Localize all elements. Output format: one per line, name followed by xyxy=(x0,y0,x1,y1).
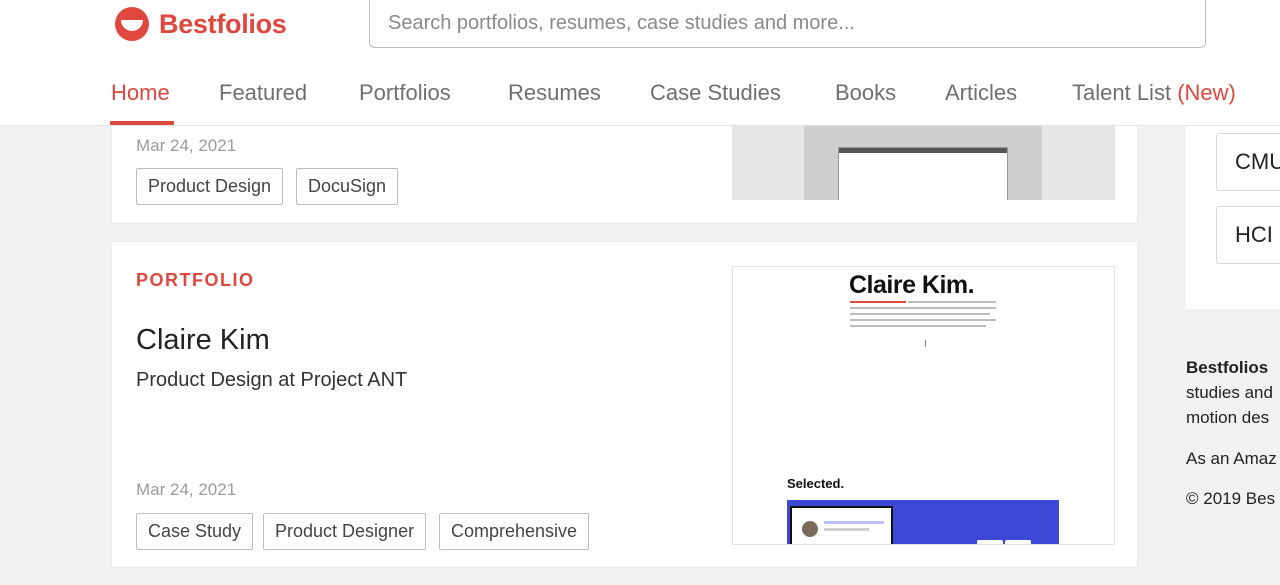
brand-logo[interactable]: Bestfolios xyxy=(114,6,287,42)
text-cursor-icon: I xyxy=(924,339,927,350)
thumbnail-text-line xyxy=(824,528,869,531)
thumbnail-avatar xyxy=(802,521,818,537)
card-kind-label: PORTFOLIO xyxy=(136,270,255,290)
portfolio-card[interactable]: Mar 24, 2021 Product Design DocuSign xyxy=(111,110,1138,224)
thumbnail-text-line xyxy=(824,521,884,524)
card-thumbnail[interactable]: Claire Kim. I Selected. xyxy=(732,266,1115,545)
thumbnail-device-screen xyxy=(790,506,893,544)
thumbnail-text-line xyxy=(850,301,906,303)
search-input[interactable] xyxy=(370,0,1205,47)
about-text-line: studies and xyxy=(1186,383,1273,402)
thumbnail-browser-window xyxy=(838,147,1008,200)
tag-docusign[interactable]: DocuSign xyxy=(296,168,399,205)
active-nav-indicator xyxy=(110,121,174,125)
nav-case-studies[interactable]: Case Studies xyxy=(650,80,781,106)
school-chip-cmu[interactable]: CMU xyxy=(1216,133,1280,191)
school-chip-hci[interactable]: HCI xyxy=(1216,206,1280,264)
nav-articles[interactable]: Articles xyxy=(945,80,1017,106)
about-text-line: As an Amaz xyxy=(1186,449,1277,468)
thumbnail-ui-chip xyxy=(1005,540,1031,544)
thumbnail-text-line xyxy=(908,301,996,303)
nav-talent-list[interactable]: Talent List (New) xyxy=(1072,80,1236,106)
thumbnail-text-line xyxy=(850,319,996,321)
thumbnail-text-line xyxy=(850,325,986,327)
thumbnail-text-line xyxy=(850,313,990,315)
bestfolios-logo-icon xyxy=(115,7,149,41)
nav-books[interactable]: Books xyxy=(835,80,896,106)
nav-talent-list-label: Talent List xyxy=(1072,80,1172,105)
nav-home[interactable]: Home xyxy=(111,80,170,106)
tag-product-designer[interactable]: Product Designer xyxy=(263,513,427,550)
card-thumbnail[interactable] xyxy=(732,125,1115,200)
nav-portfolios[interactable]: Portfolios xyxy=(359,80,451,106)
thumbnail-section-label: Selected. xyxy=(787,476,845,491)
main-nav: Home Featured Portfolios Resumes Case St… xyxy=(0,70,1280,126)
about-brand-name: Bestfolios xyxy=(1186,358,1269,377)
card-date: Mar 24, 2021 xyxy=(136,480,237,499)
nav-resumes[interactable]: Resumes xyxy=(508,80,601,106)
thumbnail-browser-bar xyxy=(839,148,1007,153)
thumbnail-ui-chip xyxy=(977,540,1003,544)
card-subtitle: Product Design at Project ANT xyxy=(136,369,408,391)
tag-product-design[interactable]: Product Design xyxy=(136,168,284,205)
tag-comprehensive[interactable]: Comprehensive xyxy=(439,513,590,550)
thumbnail-project-preview xyxy=(787,500,1059,544)
card-date: Mar 24, 2021 xyxy=(136,136,237,155)
brand-name: Bestfolios xyxy=(159,8,287,39)
search-box[interactable] xyxy=(369,0,1206,48)
nav-featured[interactable]: Featured xyxy=(219,80,307,106)
thumbnail-heading: Claire Kim. xyxy=(849,271,975,299)
about-text-line: motion des xyxy=(1186,408,1270,427)
new-badge: (New) xyxy=(1177,80,1236,105)
portfolio-card[interactable]: PORTFOLIO Claire Kim Product Design at P… xyxy=(111,241,1138,568)
tag-case-study[interactable]: Case Study xyxy=(136,513,254,550)
about-brand: Bestfolios xyxy=(1186,355,1280,380)
copyright-text: © 2019 Bes xyxy=(1186,489,1276,508)
thumbnail-text-line xyxy=(850,307,996,309)
card-title[interactable]: Claire Kim xyxy=(136,324,270,357)
top-header: Bestfolios Home Featured Portfolios Resu… xyxy=(0,0,1280,126)
